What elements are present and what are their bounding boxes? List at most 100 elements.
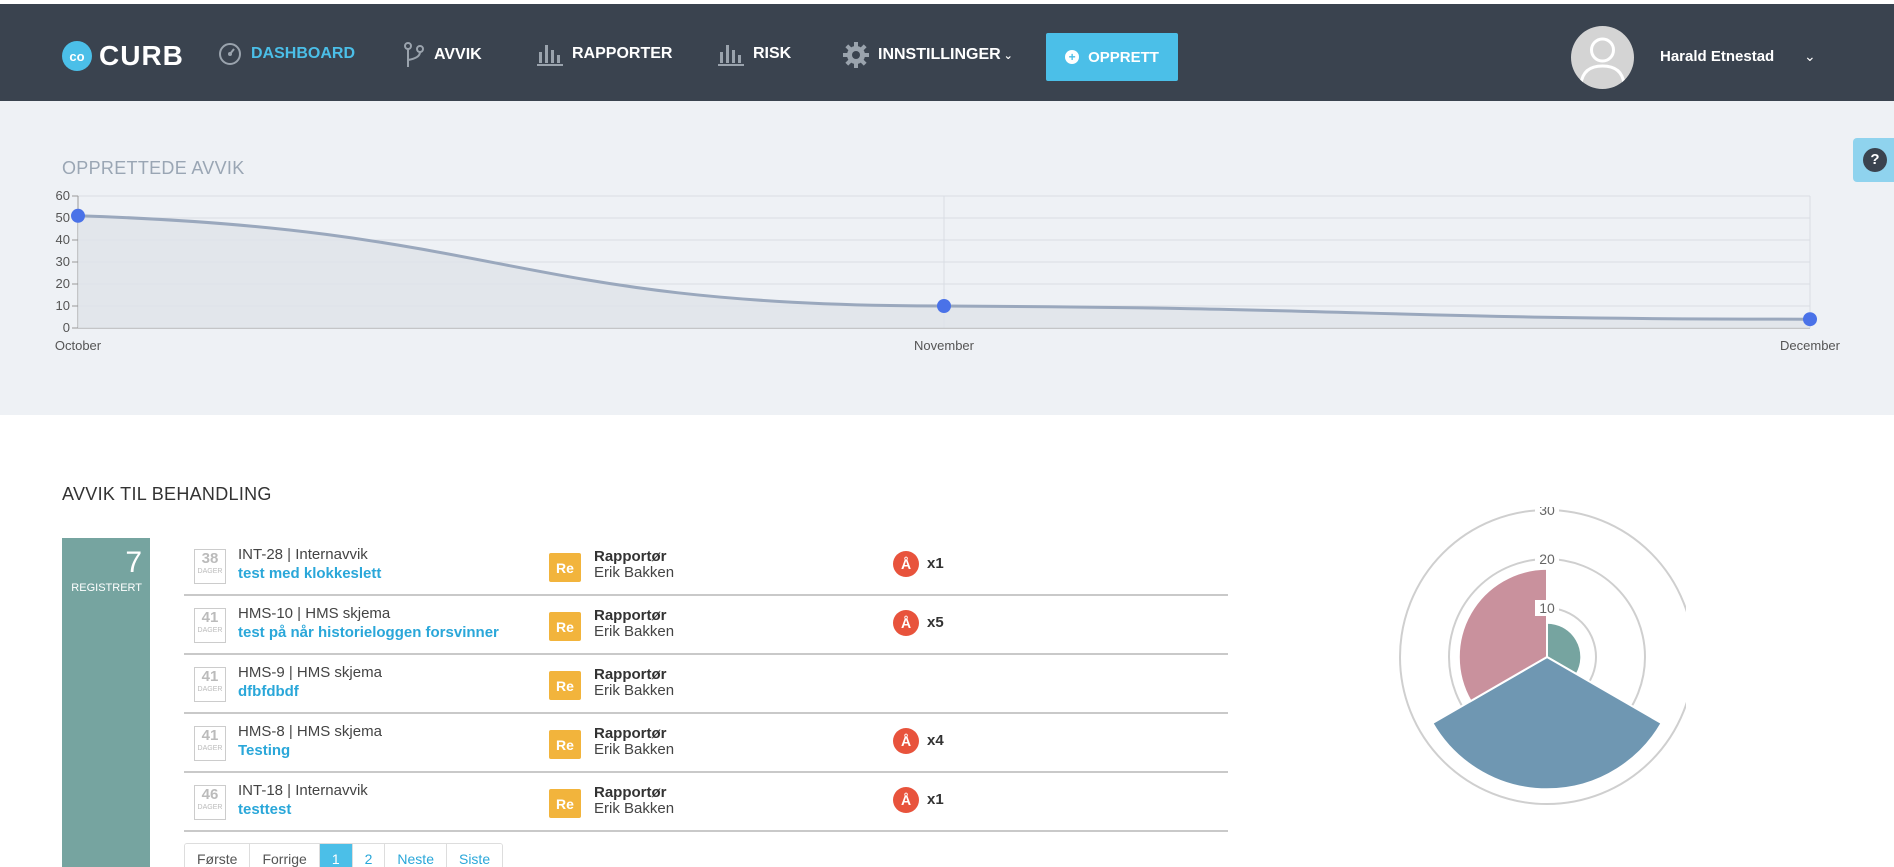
gear-icon — [843, 42, 869, 68]
radial-tick-label: 30 — [1539, 507, 1555, 518]
role-badge: Re — [549, 789, 581, 818]
branch-icon — [404, 42, 424, 67]
deviation-row[interactable]: 41 DAGER HMS-8 | HMS skjema Testing Re R… — [184, 714, 1228, 773]
radial-tick-label: 10 — [1539, 600, 1555, 616]
deviation-title-link[interactable]: test med klokkeslett — [238, 565, 381, 582]
role-label: Rapportør — [594, 548, 667, 565]
pagination-next[interactable]: Neste — [385, 844, 447, 867]
days-badge: 41 DAGER — [194, 667, 226, 702]
person-name: Erik Bakken — [594, 741, 675, 758]
nav-avvik[interactable]: AVVIK — [403, 42, 482, 68]
deviation-ref: INT-18 | Internavvik — [238, 782, 368, 799]
user-name[interactable]: Harald Etnestad — [1660, 48, 1774, 65]
days-badge: 38 DAGER — [194, 549, 226, 584]
radial-tick-label: 20 — [1539, 551, 1555, 567]
data-point — [1803, 312, 1817, 327]
nav-innstillinger[interactable]: INNSTILLINGER ⌄ — [843, 42, 1013, 68]
logo-mark: co — [62, 41, 92, 71]
nav-risk[interactable]: RISK — [718, 42, 791, 66]
alert-count: x5 — [927, 614, 944, 631]
days-unit: DAGER — [197, 627, 223, 634]
deviation-ref: HMS-10 | HMS skjema — [238, 605, 391, 622]
nav-innstillinger-label: INNSTILLINGER — [878, 46, 1001, 63]
dashboard-gauge-icon — [219, 43, 241, 65]
avatar[interactable] — [1571, 26, 1634, 89]
registered-count-box[interactable]: 7 REGISTRERT — [62, 538, 150, 867]
pagination-prev[interactable]: Forrige — [250, 844, 320, 867]
deviation-title-link[interactable]: test på når historieloggen forsvinner — [238, 624, 499, 641]
person-name: Erik Bakken — [594, 623, 675, 640]
created-deviations-line-chart: 0 10 20 30 40 50 60 October November December — [55, 188, 1841, 353]
y-tick-label: 10 — [56, 298, 70, 313]
deviation-title-link[interactable]: Testing — [238, 742, 290, 759]
nav-avvik-label: AVVIK — [434, 46, 482, 63]
x-tick-label: December — [1780, 338, 1841, 353]
pagination-first[interactable]: Første — [185, 844, 251, 867]
y-tick-label: 30 — [56, 254, 70, 269]
person-name: Erik Bakken — [594, 800, 675, 817]
deviation-ref: INT-28 | Internavvik — [238, 546, 368, 563]
person-name: Erik Bakken — [594, 682, 675, 699]
deviation-title-link[interactable]: dfbfdbdf — [238, 683, 299, 700]
chevron-down-icon: ⌄ — [1003, 49, 1013, 62]
days-value: 41 — [201, 668, 219, 685]
alert-icon: Å — [893, 728, 919, 754]
top-navbar: co CURB DASHBOARD AVVIK RAPPORTER RISK I… — [0, 4, 1894, 101]
bar-chart-icon — [537, 45, 563, 66]
days-badge: 46 DAGER — [194, 785, 226, 820]
days-value: 46 — [201, 786, 219, 803]
pagination: Første Forrige 1 2 Neste Siste — [184, 843, 504, 867]
deviation-row[interactable]: 46 DAGER INT-18 | Internavvik testtest R… — [184, 773, 1228, 832]
pagination-page[interactable]: 1 — [319, 844, 353, 867]
alert-icon: Å — [893, 551, 919, 577]
days-unit: DAGER — [197, 686, 223, 693]
polar-area-chart: 10 20 30 — [1399, 507, 1686, 805]
y-tick-label: 50 — [56, 210, 70, 225]
help-icon: ? — [1863, 148, 1887, 172]
nav-rapporter[interactable]: RAPPORTER — [537, 42, 672, 66]
role-badge: Re — [549, 553, 581, 582]
deviation-ref: HMS-9 | HMS skjema — [238, 664, 382, 681]
days-value: 41 — [201, 727, 219, 744]
create-button-label: OPPRETT — [1088, 48, 1159, 66]
deviation-title-link[interactable]: testtest — [238, 801, 291, 818]
chevron-down-icon[interactable]: ⌄ — [1804, 48, 1816, 65]
user-silhouette-icon — [1579, 37, 1626, 85]
plus-circle-icon: + — [1065, 50, 1080, 64]
role-badge: Re — [549, 730, 581, 759]
alert-count: x1 — [927, 791, 944, 808]
days-badge: 41 DAGER — [194, 726, 226, 761]
nav-dashboard[interactable]: DASHBOARD — [218, 42, 355, 66]
pagination-page[interactable]: 2 — [352, 844, 386, 867]
pagination-last[interactable]: Siste — [446, 844, 503, 867]
role-label: Rapportør — [594, 784, 667, 801]
deviation-ref: HMS-8 | HMS skjema — [238, 723, 382, 740]
help-tab[interactable]: ? — [1853, 138, 1894, 182]
curb-logo[interactable]: co CURB — [62, 40, 184, 72]
alert-count: x1 — [927, 555, 944, 572]
logo-text: CURB — [99, 40, 184, 71]
bar-chart-icon — [718, 45, 744, 66]
alert-icon: Å — [893, 787, 919, 813]
role-label: Rapportør — [594, 725, 667, 742]
section-title: AVVIK TIL BEHANDLING — [62, 484, 272, 504]
deviation-row[interactable]: 38 DAGER INT-28 | Internavvik test med k… — [184, 537, 1228, 596]
create-button[interactable]: + OPPRETT — [1046, 33, 1178, 81]
x-tick-label: November — [914, 338, 975, 353]
days-unit: DAGER — [197, 745, 223, 752]
role-badge: Re — [549, 671, 581, 700]
nav-risk-label: RISK — [753, 45, 792, 62]
deviation-row[interactable]: 41 DAGER HMS-9 | HMS skjema dfbfdbdf Re … — [184, 655, 1228, 714]
deviation-row[interactable]: 41 DAGER HMS-10 | HMS skjema test på når… — [184, 596, 1228, 655]
days-badge: 41 DAGER — [194, 608, 226, 643]
alert-icon: Å — [893, 610, 919, 636]
role-badge: Re — [549, 612, 581, 641]
registered-label: REGISTRERT — [71, 582, 142, 594]
days-unit: DAGER — [197, 804, 223, 811]
y-tick-label: 60 — [56, 188, 70, 203]
nav-dashboard-label: DASHBOARD — [251, 45, 355, 62]
days-value: 38 — [201, 550, 219, 567]
data-point — [71, 208, 85, 223]
data-point — [937, 299, 951, 313]
x-tick-label: October — [55, 338, 102, 353]
